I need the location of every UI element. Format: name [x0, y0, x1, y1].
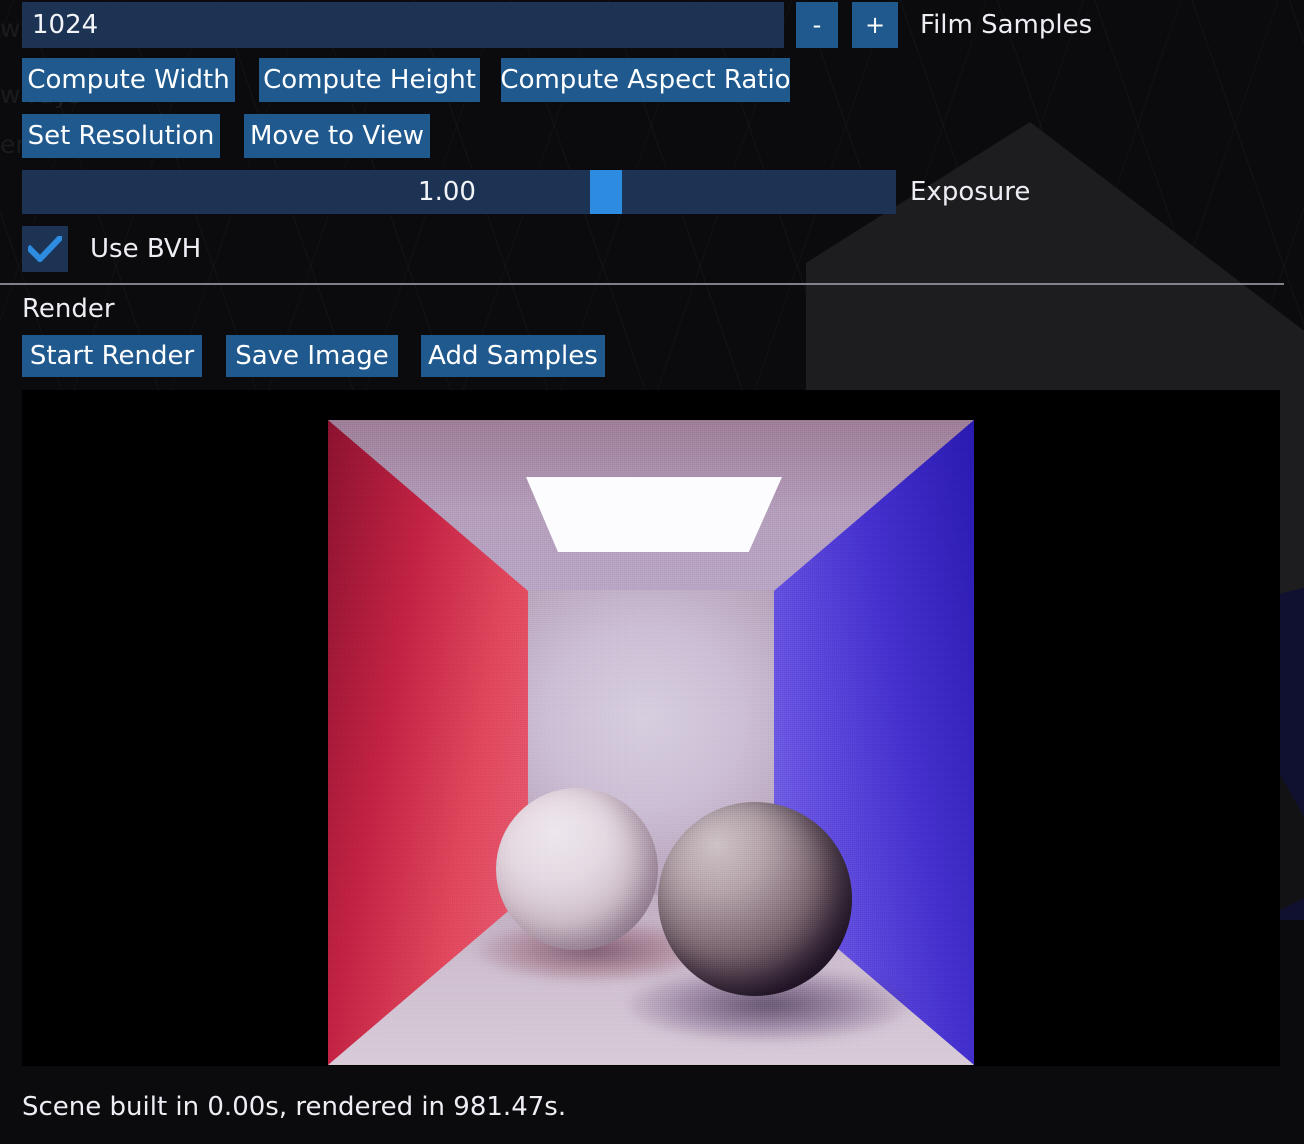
exposure-row: 1.00 Exposure	[22, 170, 1030, 214]
status-bar: Scene built in 0.00s, rendered in 981.47…	[0, 1070, 1304, 1144]
move-to-view-button[interactable]: Move to View	[244, 114, 430, 158]
film-samples-increment-button[interactable]: +	[852, 2, 898, 48]
render-buttons-row: Start Render Save Image Add Samples	[22, 335, 605, 377]
compute-height-button[interactable]: Compute Height	[259, 58, 480, 102]
exposure-slider-handle[interactable]	[590, 170, 623, 214]
compute-width-button[interactable]: Compute Width	[22, 58, 235, 102]
use-bvh-label: Use BVH	[90, 234, 202, 264]
render-sphere-right	[658, 802, 852, 996]
exposure-slider[interactable]: 1.00	[22, 170, 896, 214]
film-samples-decrement-button[interactable]: -	[796, 2, 838, 48]
set-resolution-button[interactable]: Set Resolution	[22, 114, 220, 158]
save-image-button[interactable]: Save Image	[226, 335, 398, 377]
section-separator	[0, 283, 1284, 285]
render-area-light	[526, 477, 782, 552]
film-samples-row: - + Film Samples	[22, 2, 1092, 48]
use-bvh-row[interactable]: Use BVH	[22, 226, 201, 272]
film-samples-label: Film Samples	[920, 10, 1093, 40]
checkmark-icon	[28, 236, 62, 262]
camera-buttons-row: Set Resolution Move to View	[22, 114, 430, 158]
exposure-value: 1.00	[418, 177, 476, 207]
compute-buttons-row: Compute Width Compute Height Compute Asp…	[22, 58, 791, 102]
add-samples-button[interactable]: Add Samples	[421, 335, 605, 377]
render-output-panel[interactable]	[22, 390, 1280, 1066]
compute-aspect-ratio-button[interactable]: Compute Aspect Ratio	[500, 58, 791, 102]
rendered-image[interactable]	[328, 420, 974, 1065]
render-settings-panel: - + Film Samples Compute Width Compute H…	[0, 0, 1304, 1144]
use-bvh-checkbox[interactable]	[22, 226, 68, 272]
start-render-button[interactable]: Start Render	[22, 335, 202, 377]
film-samples-input[interactable]	[22, 2, 784, 48]
status-message: Scene built in 0.00s, rendered in 981.47…	[22, 1092, 567, 1122]
exposure-label: Exposure	[910, 177, 1031, 207]
render-section-title: Render	[22, 294, 115, 324]
render-sphere-left	[496, 788, 658, 950]
